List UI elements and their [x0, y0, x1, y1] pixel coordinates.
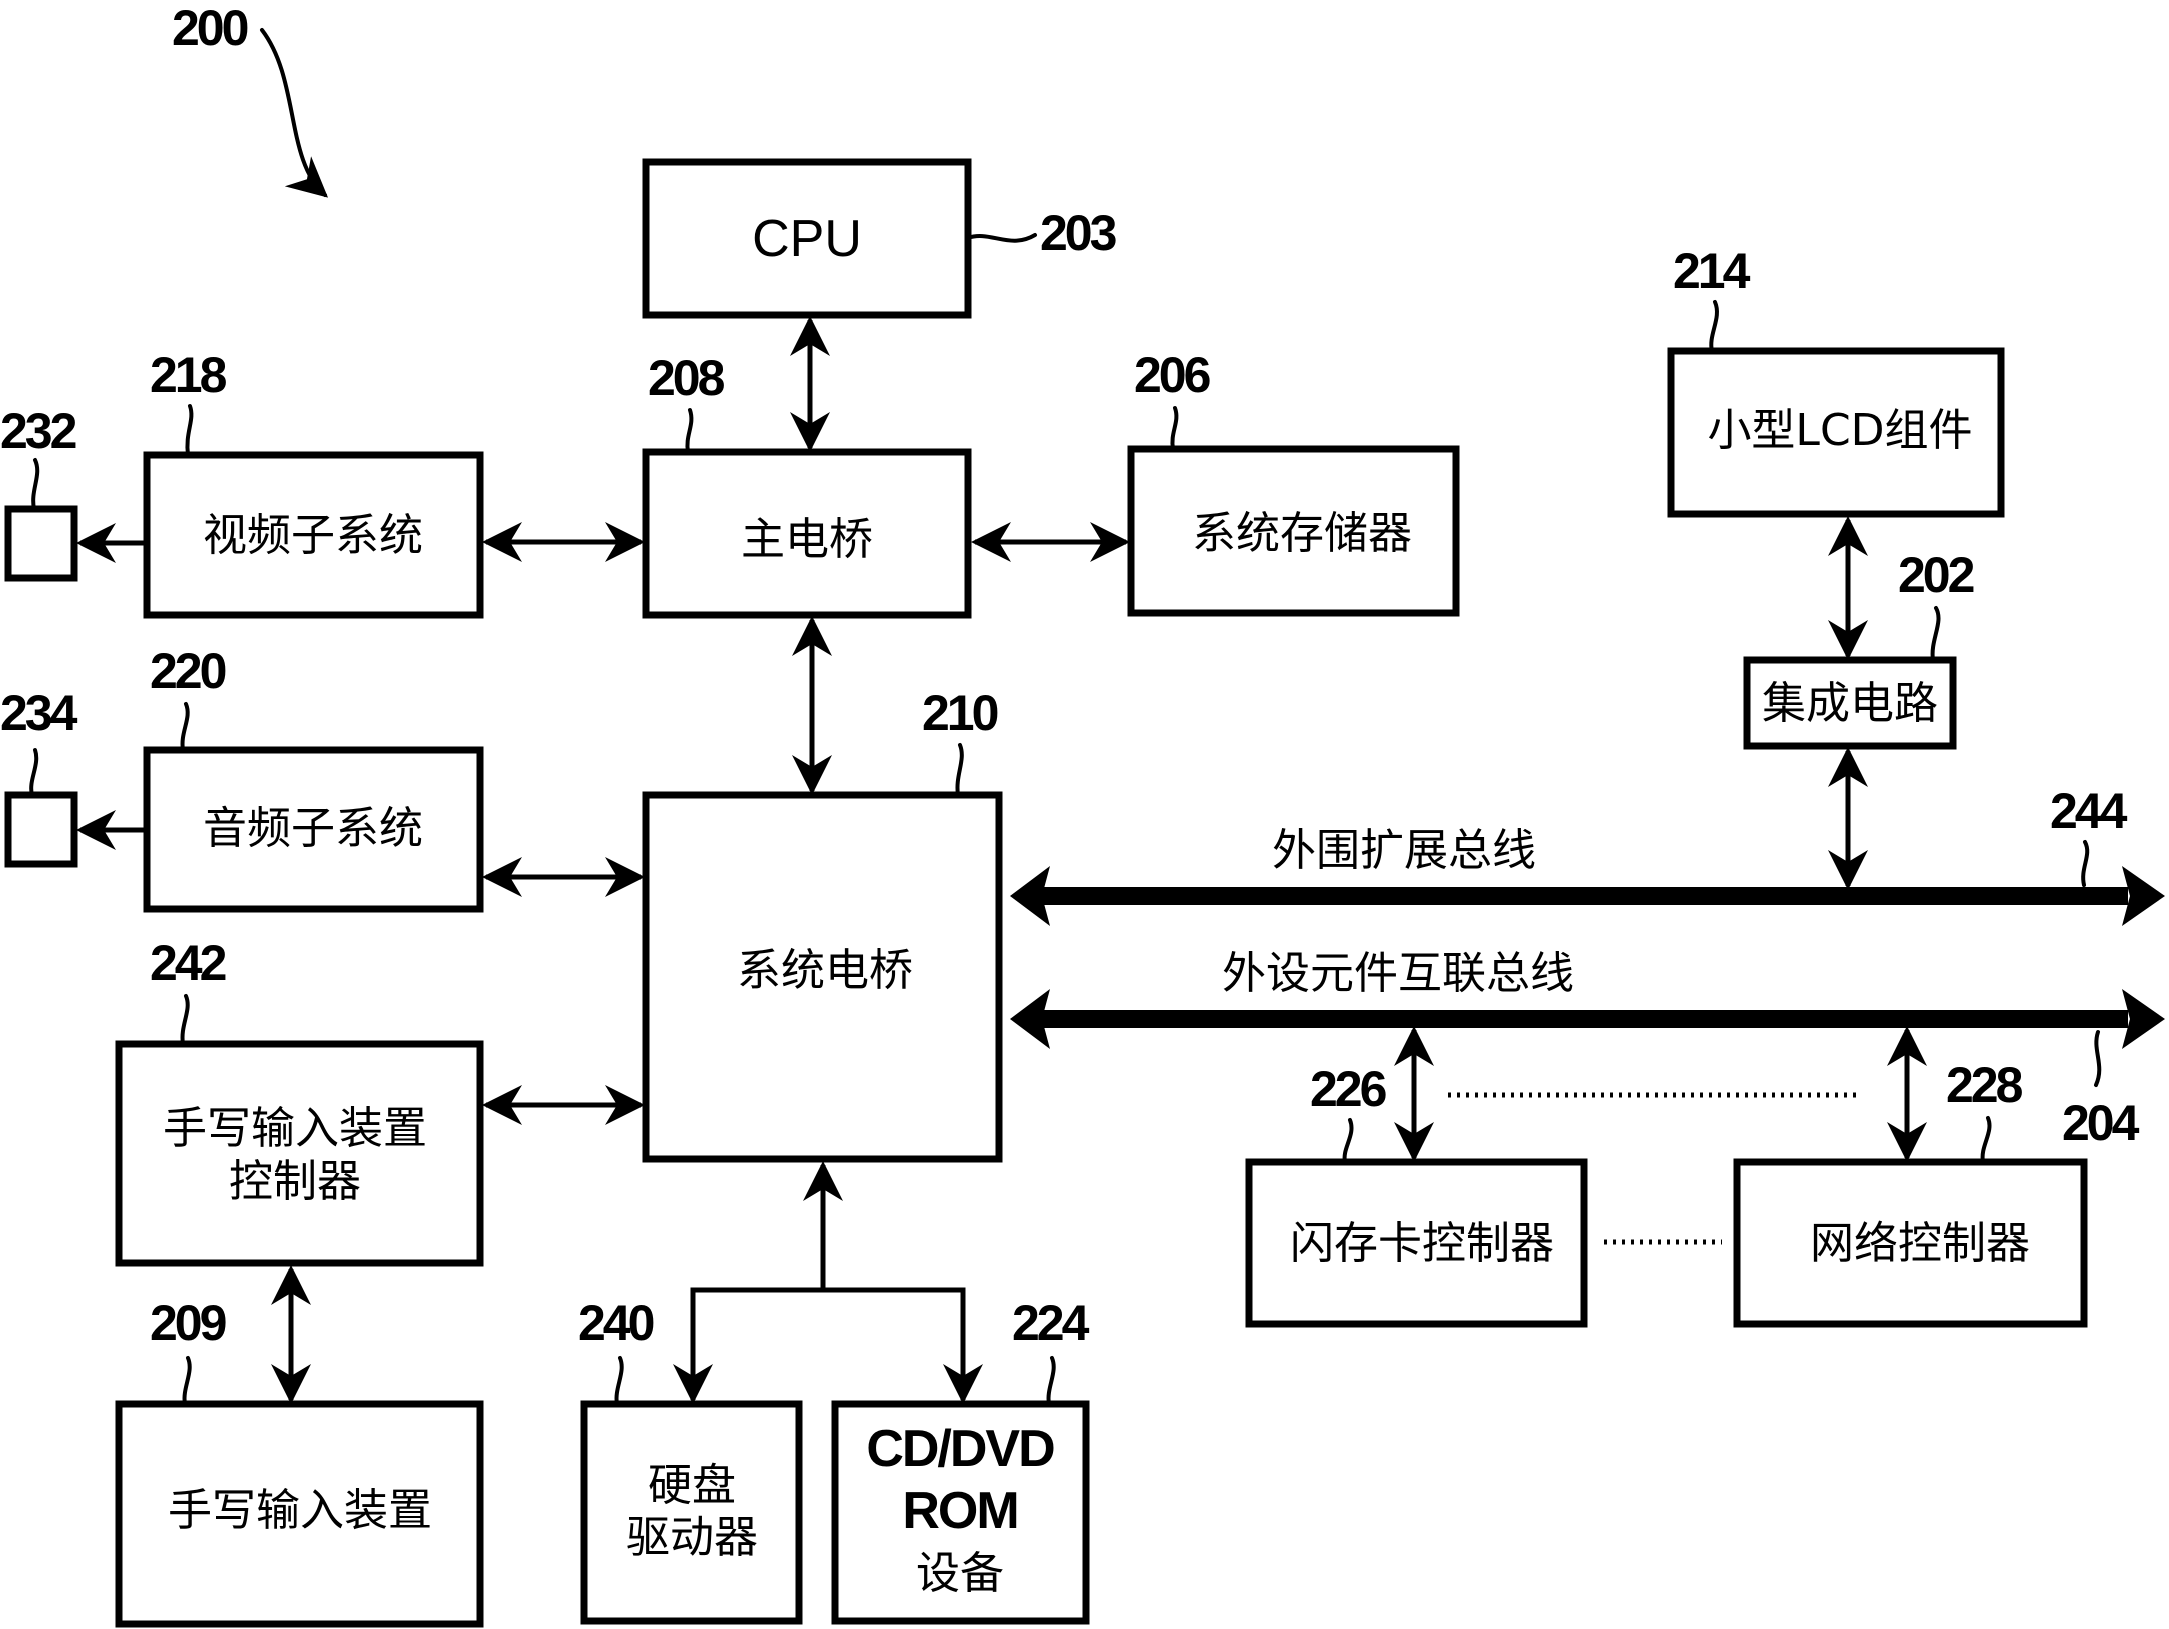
- integrated-circuit-label: 集成电路: [1762, 678, 1938, 729]
- system-memory-ref: 206: [1134, 347, 1210, 403]
- peripheral-bus-ref: 244: [2050, 783, 2128, 839]
- audio-output-ref-leader: [29, 748, 39, 797]
- handwriting-device-ref: 209: [150, 1295, 226, 1351]
- integrated-circuit-ref: 202: [1898, 547, 1974, 603]
- flash-controller-block: 闪存卡控制器: [1245, 1158, 1588, 1328]
- video-subsystem-label: 视频子系统: [203, 510, 423, 561]
- audio-output-device: [4, 791, 78, 868]
- flash-controller-ref: 226: [1310, 1061, 1386, 1117]
- lcd-module-ref: 214: [1673, 243, 1751, 299]
- cd-dvd-label-line3: 设备: [916, 1548, 1004, 1599]
- main-bridge-label: 主电桥: [741, 514, 873, 565]
- network-controller-ref-leader: [1980, 1116, 1992, 1164]
- cd-dvd-ref-leader: [1046, 1356, 1056, 1406]
- lcd-module-block: 小型LCD组件: [1667, 347, 2005, 518]
- system-bridge-label: 系统电桥: [737, 945, 913, 996]
- integrated-circuit-ref-leader: [1930, 606, 1941, 662]
- video-subsystem-block: 视频子系统: [143, 451, 484, 619]
- pci-bus-right-arrowhead: [2122, 989, 2165, 1049]
- cpu-block: CPU: [642, 158, 972, 319]
- figure-ref-label: 200: [172, 0, 248, 56]
- cd-dvd-ref: 224: [1012, 1295, 1090, 1351]
- system-block-diagram: 200 CPU 203 主电桥 208 系统存储器 206 视频子系统 218 …: [0, 0, 2165, 1628]
- system-bridge-ref-leader: [955, 743, 964, 797]
- cd-dvd-label-line1: CD/DVD: [866, 1420, 1054, 1478]
- network-controller-ref: 228: [1946, 1057, 2023, 1113]
- handwriting-controller-ref-leader: [180, 994, 190, 1046]
- flash-controller-ref-leader: [1342, 1118, 1354, 1164]
- peripheral-bus-label: 外围扩展总线: [1272, 825, 1536, 876]
- cpu-ref-leader: [966, 233, 1037, 243]
- system-memory-label: 系统存储器: [1192, 508, 1412, 559]
- system-bridge-block: 系统电桥: [642, 791, 1003, 1163]
- handwriting-controller-ref: 242: [150, 935, 226, 991]
- handwriting-device-label: 手写输入装置: [168, 1485, 432, 1536]
- audio-subsystem-label: 音频子系统: [203, 803, 423, 854]
- video-output-ref: 232: [0, 403, 76, 459]
- main-bridge-ref-leader: [685, 408, 694, 454]
- audio-subsystem-ref: 220: [150, 643, 226, 699]
- cpu-label: CPU: [752, 210, 862, 268]
- peripheral-bus-right-arrowhead: [2122, 866, 2165, 926]
- audio-subsystem-ref-leader: [180, 702, 190, 752]
- system-memory-block: 系统存储器: [1127, 445, 1460, 617]
- peripheral-bus-ref-leader: [2081, 840, 2090, 887]
- hard-disk-label-line2: 驱动器: [626, 1512, 758, 1563]
- video-output-ref-leader: [31, 458, 40, 511]
- system-memory-ref-leader: [1170, 406, 1179, 451]
- hard-disk-label-line1: 硬盘: [648, 1460, 736, 1511]
- storage-branch: [690, 1287, 966, 1400]
- lcd-module-ref-leader: [1709, 300, 1719, 353]
- handwriting-device-block: 手写输入装置: [115, 1400, 484, 1628]
- audio-subsystem-block: 音频子系统: [143, 746, 484, 913]
- cd-dvd-block: CD/DVD ROM 设备: [831, 1400, 1090, 1625]
- main-bridge-ref: 208: [648, 350, 725, 406]
- video-subsystem-ref: 218: [150, 347, 227, 403]
- pci-bus-ref: 204: [2062, 1095, 2140, 1151]
- hard-disk-ref-leader: [614, 1356, 624, 1406]
- network-controller-block: 网络控制器: [1733, 1158, 2088, 1328]
- flash-controller-label: 闪存卡控制器: [1290, 1218, 1554, 1269]
- main-bridge-block: 主电桥: [642, 448, 972, 619]
- network-controller-label: 网络控制器: [1810, 1218, 2030, 1269]
- lcd-module-label: 小型LCD组件: [1707, 405, 1972, 456]
- figure-ref-arrow: [260, 28, 329, 198]
- audio-output-ref: 234: [0, 685, 78, 741]
- cd-dvd-label-line2: ROM: [902, 1482, 1017, 1540]
- handwriting-controller-label-line2: 控制器: [229, 1156, 361, 1207]
- video-subsystem-ref-leader: [185, 404, 194, 457]
- hard-disk-block: 硬盘 驱动器: [580, 1400, 803, 1625]
- handwriting-device-ref-leader: [182, 1356, 192, 1406]
- integrated-circuit-block: 集成电路: [1743, 656, 1957, 750]
- hard-disk-ref: 240: [578, 1295, 654, 1351]
- video-output-device: [4, 505, 78, 582]
- system-bridge-ref: 210: [922, 685, 998, 741]
- handwriting-controller-label-line1: 手写输入装置: [163, 1103, 427, 1154]
- pci-bus-label: 外设元件互联总线: [1222, 948, 1574, 999]
- cpu-ref: 203: [1040, 205, 1116, 261]
- pci-bus-ref-leader: [2094, 1030, 2102, 1087]
- handwriting-controller-block: 手写输入装置 控制器: [115, 1040, 484, 1267]
